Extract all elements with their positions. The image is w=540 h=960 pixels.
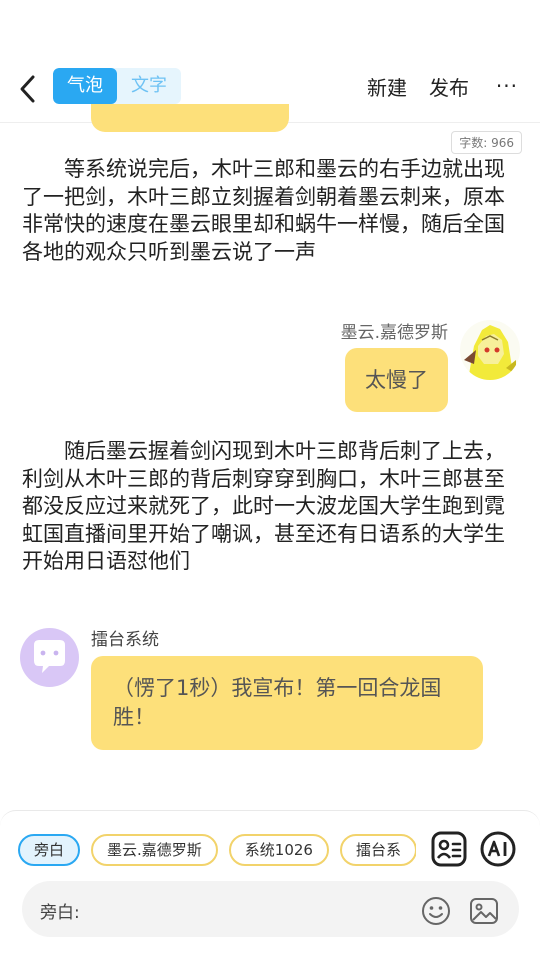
new-button[interactable]: 新建 [367,72,407,101]
contact-card-icon [431,831,467,867]
message-sender-name: 墨云.嘉德罗斯 [341,318,448,343]
ai-icon [480,831,516,867]
ai-button[interactable] [478,829,518,869]
message-bubble-left[interactable]: （愣了1秒）我宣布！第一回合龙国胜！ [91,656,483,750]
publish-button[interactable]: 发布 [429,72,469,101]
previous-message-bubble[interactable] [91,104,289,132]
chip-character[interactable]: 擂台系 [339,834,416,866]
narration-block[interactable]: 随后墨云握着剑闪现到木叶三郎背后刺了上去，利剑从木叶三郎的背后刺穿穿到胸口，木叶… [22,438,508,576]
chat-bubble-avatar-icon [34,640,65,673]
sender-name-system: 擂台系统 [91,630,159,650]
toggle-bubble-mode[interactable]: 气泡 [53,68,117,104]
back-button[interactable] [14,68,42,108]
image-button[interactable] [468,895,500,927]
chevron-left-icon [20,75,35,103]
image-icon [470,898,498,924]
message-input-field[interactable]: 旁白: [22,881,519,937]
emoji-icon [422,897,450,925]
chip-character[interactable]: 系统1026 [228,834,329,866]
message-bubble-right[interactable]: 太慢了 [345,348,448,412]
more-options-button[interactable]: ··· [496,74,518,98]
character-chip-list: 旁白 墨云.嘉德罗斯 系统1026 擂台系 [18,834,416,868]
narration-block[interactable]: 等系统说完后，木叶三郎和墨云的右手边就出现了一把剑，木叶三郎立刻握着剑朝着墨云刺… [22,156,508,266]
avatar[interactable] [20,628,79,687]
character-avatar-icon [460,320,520,380]
compose-panel: 旁白 墨云.嘉德罗斯 系统1026 擂台系 旁白: [0,810,540,960]
character-manage-button[interactable] [429,829,469,869]
mode-toggle: 气泡 文字 [53,68,181,104]
sender-name-modeyun: 墨云.嘉德罗斯 [340,323,448,343]
toggle-text-mode[interactable]: 文字 [117,68,181,104]
input-speaker-label: 旁白: [40,903,80,923]
word-count-badge: 字数: 966 [451,131,522,154]
chip-narration[interactable]: 旁白 [18,834,81,866]
avatar[interactable] [460,320,520,380]
emoji-button[interactable] [420,895,452,927]
chip-character[interactable]: 墨云.嘉德罗斯 [91,834,218,866]
